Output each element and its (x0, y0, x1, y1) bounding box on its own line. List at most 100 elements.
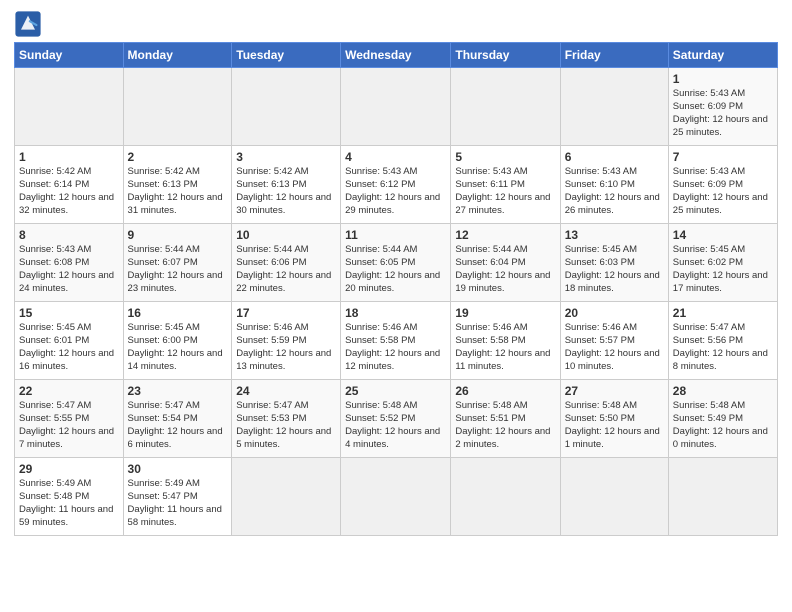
calendar-table: SundayMondayTuesdayWednesdayThursdayFrid… (14, 42, 778, 536)
daylight-text: Daylight: 11 hours and 59 minutes. (19, 504, 119, 530)
calendar-cell: 8Sunrise: 5:43 AMSunset: 6:08 PMDaylight… (15, 224, 124, 302)
sunrise-text: Sunrise: 5:48 AM (455, 400, 555, 413)
day-number: 11 (345, 227, 446, 243)
day-number: 5 (455, 149, 555, 165)
daylight-text: Daylight: 12 hours and 8 minutes. (673, 348, 773, 374)
daylight-text: Daylight: 12 hours and 13 minutes. (236, 348, 336, 374)
sunset-text: Sunset: 6:09 PM (673, 179, 773, 192)
calendar-cell: 10Sunrise: 5:44 AMSunset: 6:06 PMDayligh… (232, 224, 341, 302)
sunset-text: Sunset: 6:12 PM (345, 179, 446, 192)
sunrise-text: Sunrise: 5:47 AM (128, 400, 228, 413)
day-number: 18 (345, 305, 446, 321)
daylight-text: Daylight: 12 hours and 24 minutes. (19, 270, 119, 296)
sunset-text: Sunset: 5:59 PM (236, 335, 336, 348)
calendar-cell: 11Sunrise: 5:44 AMSunset: 6:05 PMDayligh… (341, 224, 451, 302)
sunrise-text: Sunrise: 5:43 AM (673, 166, 773, 179)
sunrise-text: Sunrise: 5:43 AM (455, 166, 555, 179)
week-row-4: 15Sunrise: 5:45 AMSunset: 6:01 PMDayligh… (15, 302, 778, 380)
sunset-text: Sunset: 6:00 PM (128, 335, 228, 348)
calendar-cell (232, 68, 341, 146)
calendar-cell: 28Sunrise: 5:48 AMSunset: 5:49 PMDayligh… (668, 380, 777, 458)
day-number: 15 (19, 305, 119, 321)
sunset-text: Sunset: 6:10 PM (565, 179, 664, 192)
calendar-container: SundayMondayTuesdayWednesdayThursdayFrid… (0, 0, 792, 546)
sunset-text: Sunset: 6:07 PM (128, 257, 228, 270)
sunrise-text: Sunrise: 5:47 AM (236, 400, 336, 413)
day-number: 16 (128, 305, 228, 321)
calendar-cell: 1Sunrise: 5:43 AMSunset: 6:09 PMDaylight… (668, 68, 777, 146)
calendar-cell: 29Sunrise: 5:49 AMSunset: 5:48 PMDayligh… (15, 458, 124, 536)
day-number: 22 (19, 383, 119, 399)
calendar-cell: 3Sunrise: 5:42 AMSunset: 6:13 PMDaylight… (232, 146, 341, 224)
sunrise-text: Sunrise: 5:47 AM (19, 400, 119, 413)
daylight-text: Daylight: 12 hours and 10 minutes. (565, 348, 664, 374)
calendar-cell: 25Sunrise: 5:48 AMSunset: 5:52 PMDayligh… (341, 380, 451, 458)
day-number: 13 (565, 227, 664, 243)
calendar-cell (451, 458, 560, 536)
header-day-thursday: Thursday (451, 43, 560, 68)
calendar-cell (668, 458, 777, 536)
sunrise-text: Sunrise: 5:44 AM (455, 244, 555, 257)
header-day-friday: Friday (560, 43, 668, 68)
day-number: 25 (345, 383, 446, 399)
sunset-text: Sunset: 5:57 PM (565, 335, 664, 348)
calendar-cell: 30Sunrise: 5:49 AMSunset: 5:47 PMDayligh… (123, 458, 232, 536)
week-row-3: 8Sunrise: 5:43 AMSunset: 6:08 PMDaylight… (15, 224, 778, 302)
daylight-text: Daylight: 12 hours and 17 minutes. (673, 270, 773, 296)
header-day-saturday: Saturday (668, 43, 777, 68)
day-number: 17 (236, 305, 336, 321)
sunrise-text: Sunrise: 5:44 AM (236, 244, 336, 257)
daylight-text: Daylight: 12 hours and 11 minutes. (455, 348, 555, 374)
header-day-wednesday: Wednesday (341, 43, 451, 68)
daylight-text: Daylight: 11 hours and 58 minutes. (128, 504, 228, 530)
calendar-cell: 14Sunrise: 5:45 AMSunset: 6:02 PMDayligh… (668, 224, 777, 302)
daylight-text: Daylight: 12 hours and 27 minutes. (455, 192, 555, 218)
daylight-text: Daylight: 12 hours and 16 minutes. (19, 348, 119, 374)
calendar-cell (123, 68, 232, 146)
week-row-2: 1Sunrise: 5:42 AMSunset: 6:14 PMDaylight… (15, 146, 778, 224)
week-row-6: 29Sunrise: 5:49 AMSunset: 5:48 PMDayligh… (15, 458, 778, 536)
sunset-text: Sunset: 5:58 PM (345, 335, 446, 348)
sunrise-text: Sunrise: 5:49 AM (128, 478, 228, 491)
sunrise-text: Sunrise: 5:44 AM (128, 244, 228, 257)
calendar-cell (341, 458, 451, 536)
sunrise-text: Sunrise: 5:42 AM (236, 166, 336, 179)
sunset-text: Sunset: 6:13 PM (236, 179, 336, 192)
sunset-text: Sunset: 6:08 PM (19, 257, 119, 270)
header-row: SundayMondayTuesdayWednesdayThursdayFrid… (15, 43, 778, 68)
sunrise-text: Sunrise: 5:45 AM (673, 244, 773, 257)
day-number: 20 (565, 305, 664, 321)
sunset-text: Sunset: 6:13 PM (128, 179, 228, 192)
day-number: 29 (19, 461, 119, 477)
daylight-text: Daylight: 12 hours and 32 minutes. (19, 192, 119, 218)
sunset-text: Sunset: 5:52 PM (345, 413, 446, 426)
sunrise-text: Sunrise: 5:46 AM (565, 322, 664, 335)
day-number: 21 (673, 305, 773, 321)
header-day-monday: Monday (123, 43, 232, 68)
calendar-cell: 7Sunrise: 5:43 AMSunset: 6:09 PMDaylight… (668, 146, 777, 224)
daylight-text: Daylight: 12 hours and 20 minutes. (345, 270, 446, 296)
calendar-cell: 12Sunrise: 5:44 AMSunset: 6:04 PMDayligh… (451, 224, 560, 302)
sunset-text: Sunset: 5:47 PM (128, 491, 228, 504)
sunrise-text: Sunrise: 5:43 AM (565, 166, 664, 179)
sunset-text: Sunset: 5:55 PM (19, 413, 119, 426)
daylight-text: Daylight: 12 hours and 5 minutes. (236, 426, 336, 452)
calendar-cell: 17Sunrise: 5:46 AMSunset: 5:59 PMDayligh… (232, 302, 341, 380)
calendar-header (14, 10, 778, 38)
day-number: 7 (673, 149, 773, 165)
calendar-cell (560, 458, 668, 536)
sunset-text: Sunset: 5:50 PM (565, 413, 664, 426)
sunset-text: Sunset: 5:53 PM (236, 413, 336, 426)
daylight-text: Daylight: 12 hours and 14 minutes. (128, 348, 228, 374)
sunset-text: Sunset: 6:02 PM (673, 257, 773, 270)
sunrise-text: Sunrise: 5:43 AM (673, 88, 773, 101)
sunset-text: Sunset: 6:06 PM (236, 257, 336, 270)
day-number: 27 (565, 383, 664, 399)
logo (14, 10, 46, 38)
sunset-text: Sunset: 6:14 PM (19, 179, 119, 192)
sunrise-text: Sunrise: 5:42 AM (128, 166, 228, 179)
day-number: 24 (236, 383, 336, 399)
header-day-sunday: Sunday (15, 43, 124, 68)
calendar-cell: 18Sunrise: 5:46 AMSunset: 5:58 PMDayligh… (341, 302, 451, 380)
header-day-tuesday: Tuesday (232, 43, 341, 68)
